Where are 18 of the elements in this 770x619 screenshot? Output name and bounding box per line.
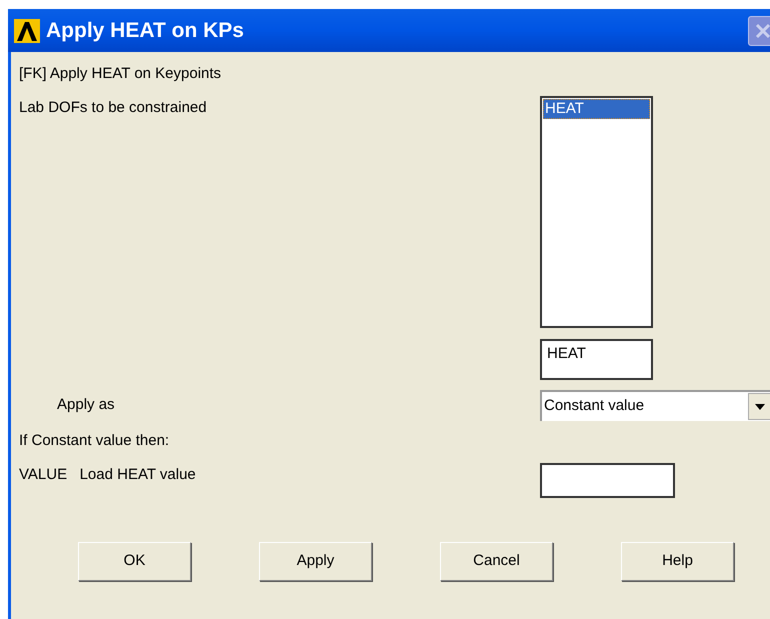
apply-as-dropdown[interactable]: Constant value — [540, 390, 770, 421]
dialog-button[interactable]: Cancel — [440, 542, 553, 581]
field-label: VALUE Load HEAT value — [19, 466, 196, 483]
dialog-button[interactable]: Help — [621, 542, 734, 581]
close-icon — [754, 22, 770, 40]
close-button[interactable] — [748, 16, 770, 46]
dialog-button[interactable]: Apply — [259, 542, 372, 581]
caret-icon — [755, 404, 765, 410]
condition-text: If Constant value then: — [19, 432, 170, 449]
window-title: Apply HEAT on KPs — [46, 18, 244, 44]
field-label: Apply as — [57, 396, 115, 414]
dialog-heading: [FK] Apply HEAT on Keypoints — [19, 65, 222, 82]
list-item[interactable]: HEAT — [543, 99, 650, 119]
dof-field[interactable]: HEAT — [540, 339, 653, 380]
value-field[interactable] — [540, 463, 675, 498]
dialog-button[interactable]: OK — [78, 542, 191, 581]
logo-icon — [14, 18, 40, 42]
field-label: Lab DOFs to be constrained — [19, 99, 207, 116]
